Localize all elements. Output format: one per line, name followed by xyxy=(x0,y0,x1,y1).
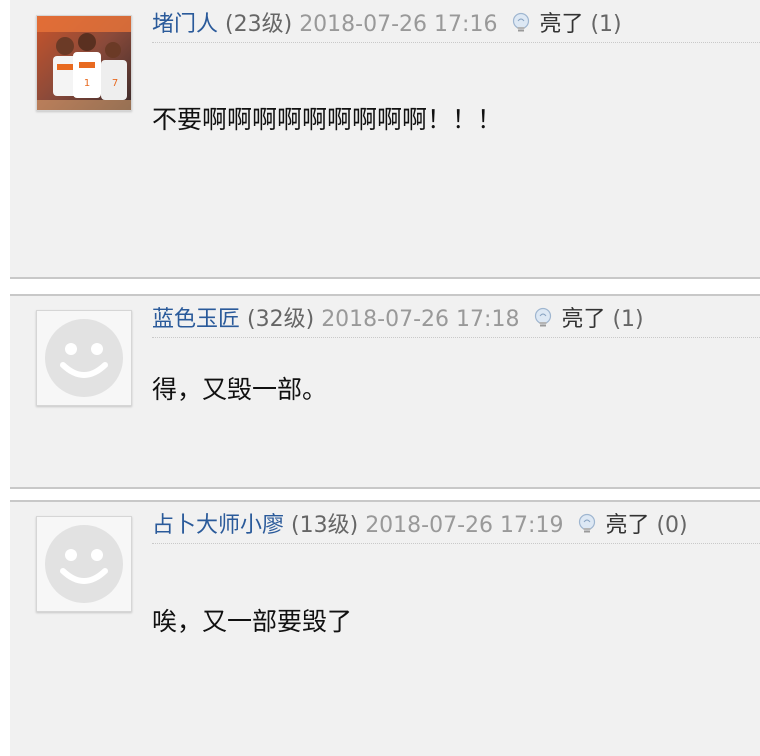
like-count: (0) xyxy=(656,513,688,538)
lightbulb-icon[interactable] xyxy=(510,12,532,34)
comment-timestamp: 2018-07-26 17:16 xyxy=(299,12,498,37)
comment-text: 得，又毁一部。 xyxy=(152,375,328,404)
comment-timestamp: 2018-07-26 17:18 xyxy=(321,307,520,332)
username-link[interactable]: 占卜大师小廖 xyxy=(152,513,284,538)
user-level: (32级) xyxy=(247,307,315,332)
like-button[interactable]: 亮了 xyxy=(605,513,649,538)
comment-item: 占卜大师小廖 (13级) 2018-07-26 17:19 亮了 (0) 唉，又… xyxy=(10,500,760,756)
like-button[interactable]: 亮了 xyxy=(561,307,605,332)
username-link[interactable]: 蓝色玉匠 xyxy=(152,307,240,332)
comment-meta: 占卜大师小廖 (13级) 2018-07-26 17:19 亮了 (0) xyxy=(152,509,760,544)
user-level: (13级) xyxy=(291,513,359,538)
comment-meta: 堵门人 (23级) 2018-07-26 17:16 亮了 (1) xyxy=(152,8,760,43)
comment-item: 蓝色玉匠 (32级) 2018-07-26 17:18 亮了 (1) 得，又毁一… xyxy=(10,294,760,489)
comment-item: 1 7 堵门人 (23级) 2018-07-26 17:16 亮了 (1) 不要… xyxy=(10,0,760,279)
like-count: (1) xyxy=(612,307,644,332)
like-count: (1) xyxy=(590,12,622,37)
default-smiley-avatar-icon xyxy=(37,517,131,611)
default-smiley-avatar-icon xyxy=(37,311,131,405)
comment-text: 不要啊啊啊啊啊啊啊啊啊！！！ xyxy=(152,105,503,134)
comment-list: 1 7 堵门人 (23级) 2018-07-26 17:16 亮了 (1) 不要… xyxy=(0,0,760,756)
user-avatar[interactable] xyxy=(36,516,132,612)
svg-text:7: 7 xyxy=(112,78,118,89)
like-button[interactable]: 亮了 xyxy=(539,12,583,37)
comment-timestamp: 2018-07-26 17:19 xyxy=(365,513,564,538)
lightbulb-icon[interactable] xyxy=(532,307,554,329)
user-avatar[interactable] xyxy=(36,310,132,406)
svg-text:1: 1 xyxy=(84,78,90,89)
user-avatar[interactable]: 1 7 xyxy=(36,15,132,111)
user-level: (23级) xyxy=(225,12,293,37)
lightbulb-icon[interactable] xyxy=(576,513,598,535)
username-link[interactable]: 堵门人 xyxy=(152,12,218,37)
comment-text: 唉，又一部要毁了 xyxy=(152,607,353,636)
comment-meta: 蓝色玉匠 (32级) 2018-07-26 17:18 亮了 (1) xyxy=(152,303,760,338)
avatar-photo-icon: 1 7 xyxy=(37,16,131,110)
